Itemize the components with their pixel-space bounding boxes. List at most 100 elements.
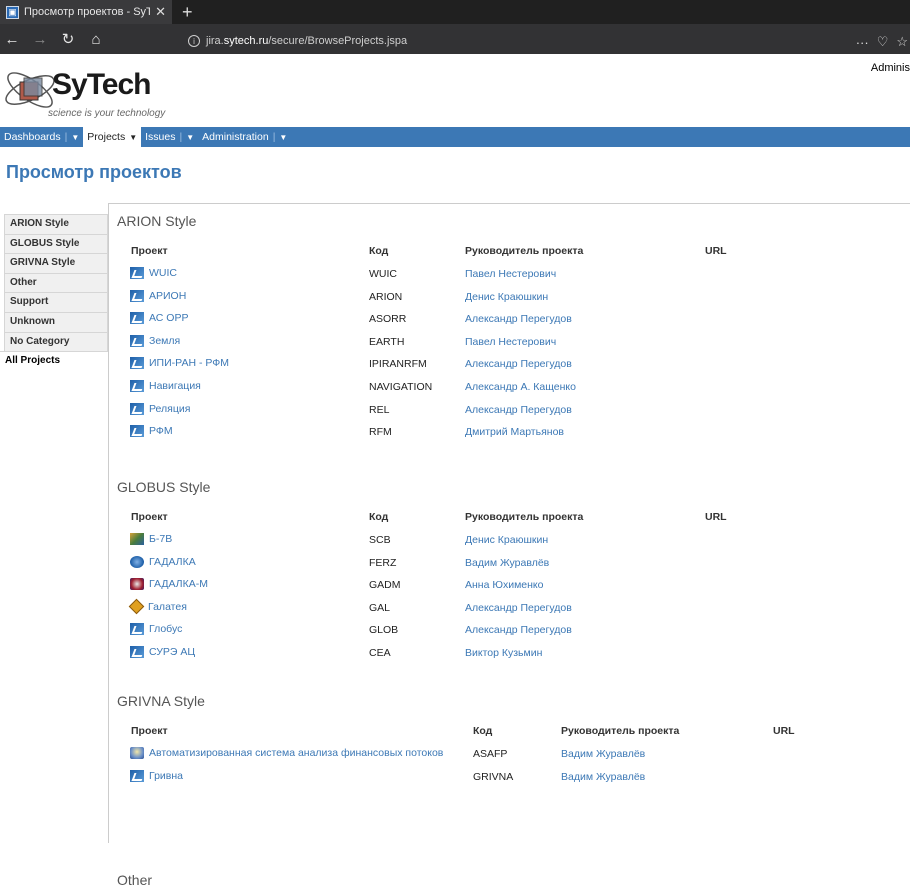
project-key: NAVIGATION	[369, 381, 433, 393]
user-menu-link[interactable]: Adminis	[871, 62, 910, 74]
bookmark-star-icon[interactable]: ☆	[896, 34, 908, 50]
column-header-url: URL	[705, 245, 727, 257]
project-icon	[130, 267, 144, 279]
project-lead-link[interactable]: Виктор Кузьмин	[465, 647, 542, 659]
jira-page: Adminis SyTech science is your technolog…	[0, 54, 910, 888]
column-header-lead: Руководитель проекта	[465, 511, 584, 523]
project-link[interactable]: Реляция	[130, 402, 190, 415]
pocket-icon[interactable]: ♡	[877, 34, 889, 50]
menu-administration[interactable]: Administration | ▼	[198, 127, 291, 147]
project-name[interactable]: Галатея	[148, 601, 187, 613]
project-name[interactable]: Гривна	[149, 770, 183, 782]
project-lead-link[interactable]: Вадим Журавлёв	[561, 748, 645, 760]
sidebar-item-support[interactable]: Support	[4, 292, 108, 312]
project-name[interactable]: Б-7В	[149, 533, 172, 545]
logo-tagline: science is your technology	[48, 108, 166, 119]
project-link[interactable]: Земля	[130, 334, 180, 347]
project-name[interactable]: Глобус	[149, 623, 182, 635]
project-link[interactable]: ИПИ-РАН - РФМ	[130, 357, 229, 370]
project-link[interactable]: Автоматизированная система анализа финан…	[130, 747, 443, 759]
page-actions-icon[interactable]: ···	[856, 35, 869, 50]
project-name[interactable]: Автоматизированная система анализа финан…	[149, 747, 443, 759]
project-icon	[130, 533, 144, 545]
project-link[interactable]: СУРЭ АЦ	[130, 646, 195, 658]
sidebar-item-all-projects[interactable]: All Projects	[0, 351, 108, 371]
forward-icon[interactable]: →	[32, 31, 48, 48]
project-link[interactable]: Навигация	[130, 380, 201, 392]
project-lead-link[interactable]: Анна Юхименко	[465, 579, 544, 591]
project-lead-link[interactable]: Александр Перегудов	[465, 602, 572, 614]
project-link[interactable]: РФМ	[130, 425, 173, 438]
project-link[interactable]: WUIC	[130, 267, 177, 279]
browser-tab[interactable]: ▣ Просмотр проектов - SyTech ✕	[0, 0, 172, 24]
menu-dashboards[interactable]: Dashboards | ▼	[0, 127, 83, 147]
sidebar-item-arion-style[interactable]: ARION Style	[4, 214, 108, 234]
tab-title: Просмотр проектов - SyTech	[24, 6, 151, 18]
project-name[interactable]: Навигация	[149, 380, 201, 392]
project-lead-link[interactable]: Павел Нестерович	[465, 268, 556, 280]
url-bar[interactable]: i jira.sytech.ru/secure/BrowseProjects.j…	[188, 29, 828, 53]
project-icon	[130, 769, 144, 782]
chevron-down-icon[interactable]: ▼	[129, 133, 137, 142]
project-link[interactable]: АС ОРР	[130, 312, 188, 325]
url-text: jira.sytech.ru/secure/BrowseProjects.jsp…	[206, 35, 408, 47]
column-header-project: Проект	[131, 725, 168, 737]
project-icon	[130, 312, 144, 325]
project-name[interactable]: СУРЭ АЦ	[149, 646, 195, 658]
project-link[interactable]: Гривна	[130, 769, 183, 782]
close-tab-icon[interactable]: ✕	[155, 4, 166, 20]
menu-issues[interactable]: Issues | ▼	[141, 127, 198, 147]
project-key: CEA	[369, 647, 391, 659]
project-name[interactable]: WUIC	[149, 267, 177, 279]
project-key: GAL	[369, 601, 391, 614]
sidebar-item-other[interactable]: Other	[4, 272, 108, 293]
project-lead-link[interactable]: Александр Перегудов	[465, 358, 572, 370]
sidebar-item-no-category[interactable]: No Category	[4, 331, 108, 352]
project-link[interactable]: Б-7В	[130, 533, 172, 545]
project-link[interactable]: АРИОН	[130, 289, 186, 302]
project-lead-link[interactable]: Александр Перегудов	[465, 313, 572, 325]
column-header-url: URL	[773, 725, 795, 737]
project-key: GADM	[369, 579, 401, 592]
reload-icon[interactable]: ↻	[60, 30, 76, 48]
back-icon[interactable]: ←	[4, 31, 20, 48]
sidebar-item-unknown[interactable]: Unknown	[4, 311, 108, 332]
menu-projects[interactable]: Projects ▼	[83, 127, 142, 147]
column-header-project: Проект	[131, 245, 168, 257]
project-link[interactable]: Глобус	[130, 623, 182, 636]
project-lead-link[interactable]: Дмитрий Мартьянов	[465, 426, 564, 438]
project-lead-link[interactable]: Вадим Журавлёв	[561, 771, 645, 783]
project-lead-link[interactable]: Денис Краюшкин	[465, 291, 548, 303]
project-name[interactable]: РФМ	[149, 425, 173, 437]
project-icon	[130, 380, 144, 392]
project-link[interactable]: ГАДАЛКА	[130, 555, 196, 568]
project-lead-link[interactable]: Павел Нестерович	[465, 336, 556, 348]
project-name[interactable]: ГАДАЛКА-М	[149, 578, 208, 590]
section-title: ARION Style	[117, 213, 197, 229]
project-link[interactable]: Галатея	[128, 599, 187, 615]
sytech-logo[interactable]: SyTech science is your technology	[0, 56, 175, 124]
project-name[interactable]: АС ОРР	[149, 312, 188, 324]
project-name[interactable]: Земля	[149, 335, 180, 347]
new-tab-icon[interactable]: +	[172, 2, 203, 23]
project-link[interactable]: ГАДАЛКА-М	[130, 578, 208, 591]
project-name[interactable]: ИПИ-РАН - РФМ	[149, 357, 229, 369]
site-info-icon[interactable]: i	[188, 35, 200, 47]
section-title: GRIVNA Style	[117, 693, 205, 709]
sidebar-item-globus-style[interactable]: GLOBUS Style	[4, 233, 108, 254]
column-header-project: Проект	[131, 511, 168, 523]
sidebar-item-grivna-style[interactable]: GRIVNA Style	[4, 253, 108, 273]
chevron-down-icon[interactable]: ▼	[279, 133, 287, 142]
project-name[interactable]: АРИОН	[149, 290, 186, 302]
project-lead-link[interactable]: Денис Краюшкин	[465, 534, 548, 546]
project-lead-link[interactable]: Вадим Журавлёв	[465, 557, 549, 569]
project-lead-link[interactable]: Александр Перегудов	[465, 624, 572, 636]
project-lead-link[interactable]: Александр Перегудов	[465, 404, 572, 416]
projects-content: ARION Style Проект Код Руководитель проекта…	[108, 203, 910, 888]
project-name[interactable]: Реляция	[149, 403, 190, 415]
chevron-down-icon[interactable]: ▼	[186, 133, 194, 142]
project-lead-link[interactable]: Александр А. Кащенко	[465, 381, 576, 393]
project-name[interactable]: ГАДАЛКА	[149, 556, 196, 568]
chevron-down-icon[interactable]: ▼	[71, 133, 79, 142]
home-icon[interactable]: ⌂	[88, 31, 104, 48]
